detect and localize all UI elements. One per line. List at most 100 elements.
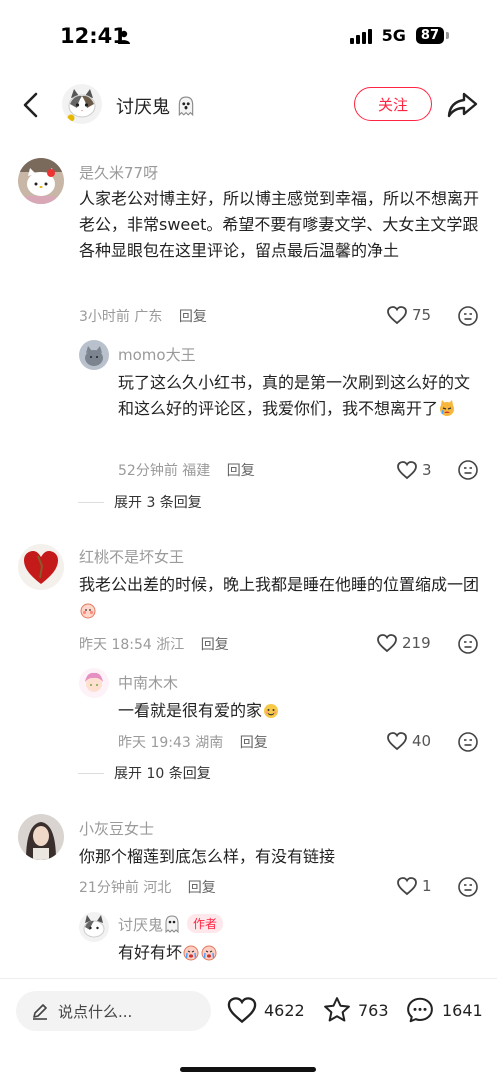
- dislike-face-icon[interactable]: [457, 459, 479, 481]
- author-reply-name[interactable]: 讨厌鬼 作者: [118, 914, 224, 935]
- commenter-name[interactable]: 红桃不是坏女王: [79, 546, 184, 567]
- expand-replies-button[interactable]: 展开 3 条回复: [78, 492, 202, 512]
- comment-button[interactable]: 1641: [404, 995, 483, 1025]
- comment-text[interactable]: 你那个榴莲到底怎么样，有没有链接: [79, 844, 479, 870]
- reply-meta: 昨天 19:43 湖南 回复: [118, 732, 268, 752]
- divider-line: [78, 772, 104, 774]
- like-button[interactable]: 3: [396, 460, 432, 480]
- author-name[interactable]: 讨厌鬼: [116, 93, 196, 119]
- comment-time: 3小时前: [79, 309, 130, 325]
- comment-item: 是久米77呀 人家老公对博主好，所以博主感觉到幸福，所以不想离开老公，非常swe…: [0, 150, 497, 520]
- share-button[interactable]: [446, 90, 478, 120]
- comment-text[interactable]: 人家老公对博主好，所以博主感觉到幸福，所以不想离开老公，非常sweet。希望不要…: [79, 186, 479, 264]
- yellow-face-emoji-icon: [264, 704, 279, 718]
- cat-avatar-icon: [62, 84, 102, 124]
- star-icon: [324, 997, 350, 1022]
- heart-icon: [397, 461, 417, 480]
- reply-location: 湖南: [195, 735, 224, 751]
- commenter-avatar[interactable]: [18, 544, 64, 590]
- comment-input[interactable]: 说点什么...: [16, 991, 211, 1031]
- reply-time: 52分钟前: [118, 463, 178, 479]
- comment-meta: 昨天 18:54 浙江 回复: [79, 634, 229, 654]
- ghost-emoji-icon: [165, 915, 179, 933]
- heart-icon: [397, 877, 417, 896]
- bottom-action-bar: 说点什么... 4622 763 1641: [0, 978, 497, 1080]
- heart-icon: [377, 634, 397, 653]
- reply-button[interactable]: 回复: [201, 637, 229, 653]
- dislike-face-icon[interactable]: [457, 633, 479, 655]
- like-post-button[interactable]: 4622: [226, 995, 305, 1025]
- anime-girl-avatar-icon: [79, 668, 109, 698]
- collect-button[interactable]: 763: [322, 995, 389, 1025]
- comment-location: 河北: [143, 880, 172, 896]
- battery-level: 87: [415, 27, 444, 44]
- signal-icon: [349, 28, 372, 44]
- status-bar: 12:41 5G 87: [0, 0, 497, 72]
- commenter-avatar[interactable]: [18, 814, 64, 860]
- comment-time: 昨天 18:54: [79, 637, 152, 653]
- back-icon: [23, 92, 38, 118]
- share-icon: [447, 92, 478, 118]
- replier-avatar[interactable]: [79, 340, 109, 370]
- comment-input-placeholder: 说点什么...: [58, 1002, 133, 1021]
- like-count: 40: [412, 732, 432, 750]
- comment-item: 小灰豆女士 你那个榴莲到底怎么样，有没有链接 21分钟前 河北 回复 1 讨厌鬼…: [0, 810, 497, 978]
- heart-icon: [387, 306, 407, 325]
- back-button[interactable]: [16, 90, 46, 120]
- author-avatar[interactable]: [62, 84, 102, 124]
- expand-replies-button[interactable]: 展开 10 条回复: [78, 763, 211, 783]
- like-button[interactable]: 40: [386, 731, 431, 751]
- follow-button[interactable]: 关注: [354, 87, 432, 121]
- dislike-face-icon[interactable]: [457, 305, 479, 327]
- comment-bubble-icon: [407, 997, 433, 1023]
- dislike-face-icon[interactable]: [457, 731, 479, 753]
- comment-time: 21分钟前: [79, 880, 139, 896]
- shy-face-emoji-icon: [80, 603, 96, 619]
- comment-count: 1641: [442, 1000, 483, 1020]
- reply-location: 福建: [182, 463, 211, 479]
- heart-icon: [227, 997, 257, 1024]
- crying-cat-emoji-icon: [440, 400, 455, 416]
- comment-location: 广东: [134, 309, 163, 325]
- reply-time: 昨天 19:43: [118, 735, 191, 751]
- battery-icon: [446, 32, 449, 39]
- reply-button[interactable]: 回复: [179, 309, 207, 325]
- like-count: 4622: [264, 1000, 305, 1020]
- commenter-name[interactable]: 是久米77呀: [79, 162, 158, 183]
- red-heart-avatar-icon: [18, 544, 64, 590]
- like-count: 219: [402, 634, 431, 652]
- divider-line: [78, 501, 104, 503]
- like-button[interactable]: 219: [376, 633, 431, 653]
- reply-button[interactable]: 回复: [240, 735, 268, 751]
- author-reply-avatar[interactable]: [79, 912, 109, 942]
- comment-location: 浙江: [156, 637, 185, 653]
- home-indicator: [180, 1067, 316, 1072]
- comment-meta: 21分钟前 河北 回复: [79, 877, 216, 897]
- reply-meta: 52分钟前 福建 回复: [118, 460, 255, 480]
- comment-item: 红桃不是坏女王 我老公出差的时候，晚上我都是睡在他睡的位置缩成一团 昨天 18:…: [0, 540, 497, 790]
- like-count: 1: [422, 877, 432, 895]
- reply-text[interactable]: 一看就是很有爱的家: [118, 698, 480, 724]
- like-button[interactable]: 1: [396, 876, 432, 896]
- dislike-face-icon[interactable]: [457, 876, 479, 898]
- replier-avatar[interactable]: [79, 668, 109, 698]
- collect-count: 763: [358, 1000, 389, 1020]
- comment-meta: 3小时前 广东 回复: [79, 306, 207, 326]
- ghost-emoji-icon: [178, 96, 193, 116]
- replier-name[interactable]: momo大王: [118, 344, 196, 365]
- nav-bar: 讨厌鬼 关注: [0, 78, 497, 134]
- like-count: 3: [422, 461, 432, 479]
- comment-text[interactable]: 我老公出差的时候，晚上我都是睡在他睡的位置缩成一团: [79, 572, 479, 624]
- like-button[interactable]: 75: [386, 305, 431, 325]
- reply-text[interactable]: 玩了这么久小红书，真的是第一次刷到这么好的文和这么好的评论区，我爱你们，我不想离…: [118, 370, 480, 422]
- cat-avatar-icon: [79, 912, 109, 942]
- reply-button[interactable]: 回复: [188, 880, 216, 896]
- author-tag: 作者: [187, 914, 224, 933]
- commenter-name[interactable]: 小灰豆女士: [79, 818, 154, 839]
- reply-button[interactable]: 回复: [227, 463, 255, 479]
- commenter-avatar[interactable]: [18, 158, 64, 204]
- crying-emoji-icon: [201, 945, 217, 961]
- replier-name[interactable]: 中南木木: [118, 672, 178, 693]
- reply-text[interactable]: 有好有坏: [118, 940, 480, 966]
- hello-kitty-avatar-icon: [18, 158, 64, 204]
